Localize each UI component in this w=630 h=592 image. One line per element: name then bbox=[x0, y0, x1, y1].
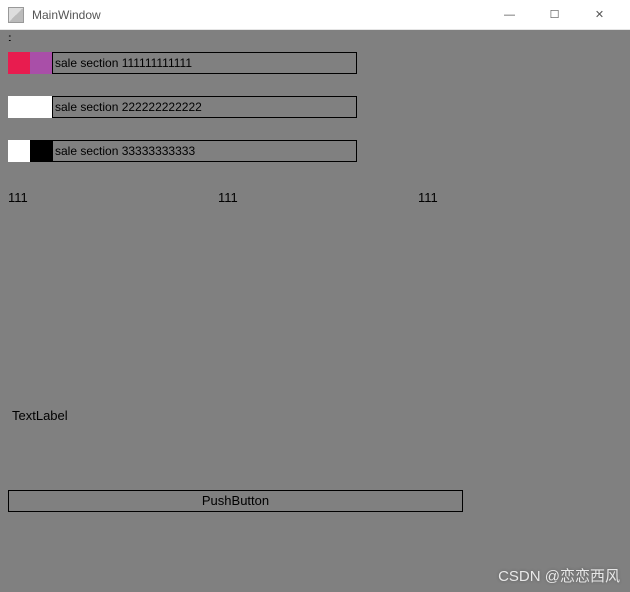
list-item[interactable]: sale section 111111111111 bbox=[8, 52, 622, 74]
list-item-label: sale section 111111111111 bbox=[52, 52, 357, 74]
list-area: sale section 111111111111 sale section 2… bbox=[8, 52, 622, 162]
text-label: TextLabel bbox=[12, 408, 68, 423]
list-item-label: sale section 33333333333 bbox=[52, 140, 357, 162]
window-controls: — ☐ ✕ bbox=[487, 0, 622, 30]
push-button[interactable]: PushButton bbox=[8, 490, 463, 512]
label-a: 111 bbox=[8, 190, 218, 205]
label-row: 111 111 111 bbox=[8, 190, 622, 205]
color-swatch-2 bbox=[30, 140, 52, 162]
color-swatch-1 bbox=[8, 96, 30, 118]
label-c: 111 bbox=[418, 190, 438, 205]
color-swatch-2 bbox=[30, 52, 52, 74]
grip-dots: :: bbox=[8, 36, 622, 42]
main-content: :: sale section 111111111111 sale sectio… bbox=[0, 30, 630, 592]
window-title: MainWindow bbox=[32, 8, 487, 22]
list-item-label: sale section 222222222222 bbox=[52, 96, 357, 118]
watermark: CSDN @恋恋西风 bbox=[498, 565, 620, 586]
list-item[interactable]: sale section 33333333333 bbox=[8, 140, 622, 162]
close-button[interactable]: ✕ bbox=[577, 0, 622, 30]
color-swatch-1 bbox=[8, 140, 30, 162]
color-swatch-2 bbox=[30, 96, 52, 118]
color-swatch-1 bbox=[8, 52, 30, 74]
app-icon bbox=[8, 7, 24, 23]
label-b: 111 bbox=[218, 190, 418, 205]
minimize-button[interactable]: — bbox=[487, 0, 532, 30]
list-item[interactable]: sale section 222222222222 bbox=[8, 96, 622, 118]
titlebar: MainWindow — ☐ ✕ bbox=[0, 0, 630, 30]
maximize-button[interactable]: ☐ bbox=[532, 0, 577, 30]
